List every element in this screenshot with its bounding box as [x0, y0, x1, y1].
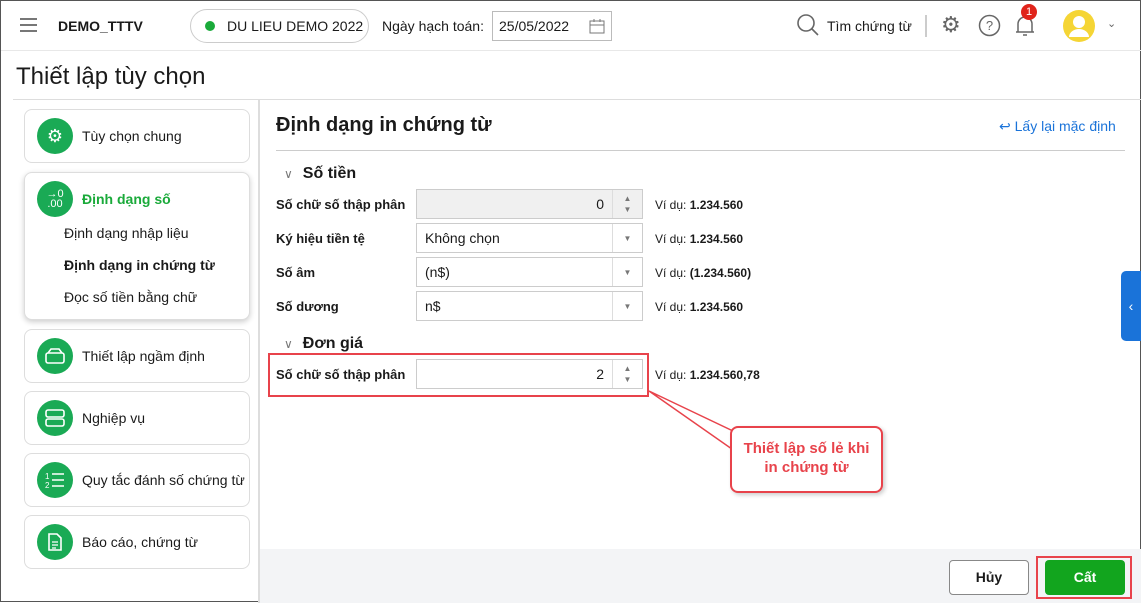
undo-arrow-icon: ↩	[999, 118, 1015, 134]
status-dot-icon	[205, 21, 215, 31]
reset-defaults-link[interactable]: ↩ Lấy lại mặc định	[999, 118, 1116, 135]
sidebar-item-label: Tùy chọn chung	[82, 128, 182, 144]
sidebar-item-label: Quy tắc đánh số chứng từ	[82, 472, 245, 488]
collapse-panel-tab[interactable]: ‹	[1121, 271, 1141, 341]
example-text: Ví dụ: 1.234.560	[655, 198, 744, 212]
chevron-down-icon[interactable]: ⌄	[1107, 17, 1116, 30]
sidebar-item-number-format[interactable]: →0.00 Định dạng số Định dạng nhập liệu Đ…	[24, 172, 250, 320]
sidebar-item-label: Báo cáo, chứng từ	[82, 534, 199, 550]
field-label: Ký hiệu tiền tệ	[276, 231, 365, 246]
field-label: Số chữ số thập phân	[276, 197, 406, 212]
calendar-icon[interactable]	[589, 18, 605, 34]
page-title: Thiết lập tùy chọn	[16, 63, 206, 90]
avatar[interactable]	[1063, 10, 1095, 42]
divider	[13, 99, 1141, 100]
gear-icon: ⚙	[37, 118, 73, 154]
sidebar-item-general-options[interactable]: ⚙ Tùy chọn chung	[24, 109, 250, 163]
divider	[925, 15, 927, 37]
app-name: DEMO_TTTV	[58, 18, 143, 34]
field-value: n$	[425, 298, 441, 314]
decimal-icon: →0.00	[37, 181, 73, 217]
currency-symbol-select[interactable]: Không chọn ▼	[416, 223, 643, 253]
sidebar-item-label: Nghiệp vụ	[82, 410, 146, 426]
sidebar-item-numbering-rules[interactable]: 12 Quy tắc đánh số chứng từ	[24, 453, 250, 507]
sidebar-item-defaults[interactable]: Thiết lập ngầm định	[24, 329, 250, 383]
field-value: Không chọn	[425, 230, 500, 246]
sidebar-subitem-input-format[interactable]: Định dạng nhập liệu	[64, 225, 189, 241]
search-icon[interactable]	[796, 13, 820, 37]
gear-icon[interactable]: ⚙	[941, 12, 961, 38]
save-button[interactable]: Cất	[1045, 560, 1125, 595]
svg-text:?: ?	[986, 18, 993, 33]
divider	[276, 150, 1125, 151]
field-value: (n$)	[425, 264, 450, 280]
database-selector[interactable]: DU LIEU DEMO 2022	[190, 9, 369, 43]
notification-badge: 1	[1021, 4, 1037, 20]
search-documents-button[interactable]: Tìm chứng từ	[827, 18, 912, 34]
section-amount[interactable]: ∨ Số tiền	[284, 165, 356, 183]
menu-icon[interactable]	[20, 14, 37, 36]
field-label: Số dương	[276, 299, 339, 314]
date-label: Ngày hạch toán:	[382, 18, 484, 34]
sidebar-subitem-amount-in-words[interactable]: Đọc số tiền bằng chữ	[64, 289, 197, 305]
divider	[258, 100, 260, 603]
numbered-list-icon: 12	[37, 462, 73, 498]
dropdown-arrow-icon[interactable]: ▼	[612, 224, 642, 252]
highlight-box	[268, 353, 649, 397]
chevron-down-icon: ∨	[284, 167, 293, 181]
sidebar-subitem-print-format[interactable]: Định dạng in chứng từ	[64, 257, 215, 273]
top-bar: DEMO_TTTV DU LIEU DEMO 2022 Ngày hạch to…	[1, 1, 1141, 51]
dropdown-arrow-icon[interactable]: ▼	[612, 292, 642, 320]
example-text: Ví dụ: 1.234.560	[655, 300, 744, 314]
database-name: DU LIEU DEMO 2022	[227, 18, 364, 34]
server-icon	[37, 400, 73, 436]
dropdown-arrow-icon[interactable]: ▼	[612, 258, 642, 286]
field-label: Số âm	[276, 265, 316, 280]
section-unit-price-title: Đơn giá	[302, 335, 364, 352]
example-text: Ví dụ: 1.234.560,78	[655, 368, 760, 382]
stepper-arrows-icon[interactable]: ▲ ▼	[612, 190, 642, 218]
annotation-callout: Thiết lập số lẻ khi in chứng từ	[730, 426, 883, 493]
reset-label: Lấy lại mặc định	[1014, 118, 1116, 134]
svg-text:2: 2	[45, 481, 50, 489]
date-input[interactable]: 25/05/2022	[492, 11, 612, 41]
field-value: 0	[596, 196, 604, 212]
example-text: Ví dụ: 1.234.560	[655, 232, 744, 246]
section-amount-title: Số tiền	[302, 165, 357, 182]
cancel-button[interactable]: Hủy	[949, 560, 1029, 595]
sidebar-item-operations[interactable]: Nghiệp vụ	[24, 391, 250, 445]
sidebar-item-reports[interactable]: Báo cáo, chứng từ	[24, 515, 250, 569]
sidebar-item-label: Thiết lập ngầm định	[82, 348, 205, 364]
document-icon	[37, 524, 73, 560]
example-text: Ví dụ: (1.234.560)	[655, 266, 752, 280]
svg-text:1: 1	[45, 472, 50, 481]
drive-icon	[37, 338, 73, 374]
help-icon[interactable]: ?	[978, 14, 1001, 37]
date-value: 25/05/2022	[499, 18, 570, 34]
amount-decimal-stepper[interactable]: 0 ▲ ▼	[416, 189, 643, 219]
chevron-down-icon: ∨	[284, 337, 293, 351]
sidebar-item-label: Định dạng số	[82, 191, 171, 207]
section-unit-price[interactable]: ∨ Đơn giá	[284, 335, 363, 353]
section-title: Định dạng in chứng từ	[276, 114, 492, 136]
positive-format-select[interactable]: n$ ▼	[416, 291, 643, 321]
negative-format-select[interactable]: (n$) ▼	[416, 257, 643, 287]
